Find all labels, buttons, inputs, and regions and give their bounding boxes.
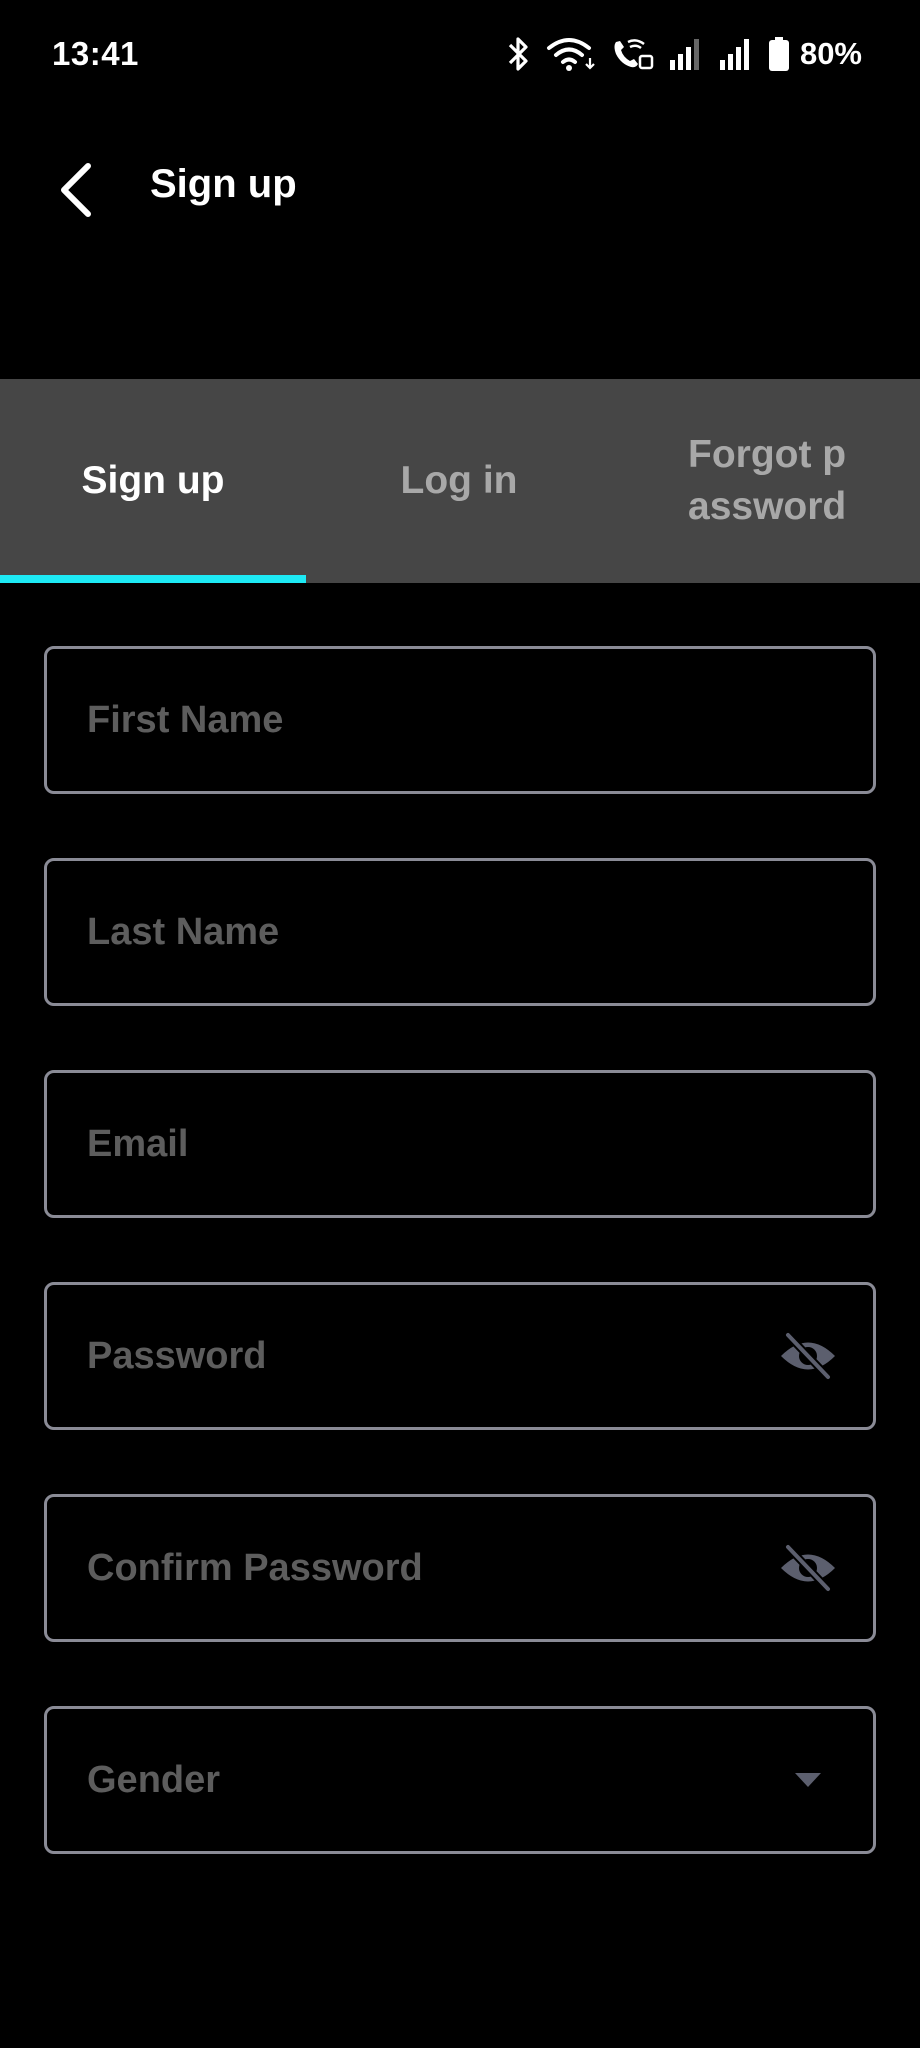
tab-label: Sign up [81, 459, 225, 502]
last-name-input[interactable] [87, 861, 767, 1003]
gender-placeholder: Gender [87, 1758, 221, 1801]
status-icons: 80% [506, 36, 862, 72]
status-time: 13:41 [52, 35, 139, 72]
tab-indicator [0, 575, 306, 583]
bluetooth-icon [508, 37, 528, 71]
caret-down-icon [795, 1773, 821, 1787]
last-name-field[interactable] [44, 858, 876, 1006]
signal-icon [719, 39, 749, 70]
eye-off-icon [781, 1332, 835, 1380]
gender-dropdown-toggle[interactable] [773, 1745, 843, 1815]
first-name-input[interactable] [87, 649, 767, 791]
tab-forgot-password[interactable]: Forgot password [688, 379, 888, 583]
password-field[interactable] [44, 1282, 876, 1430]
sign-up-screen: 13:41 80% Sign up Sign up Log in Forgot … [0, 0, 920, 2048]
tab-sign-up[interactable]: Sign up [0, 379, 306, 583]
wifi-icon [546, 38, 595, 71]
confirm-password-visibility-toggle[interactable] [773, 1533, 843, 1603]
email-input[interactable] [87, 1073, 767, 1215]
first-name-field[interactable] [44, 646, 876, 794]
chevron-left-icon [61, 163, 91, 217]
gender-select[interactable]: Gender [44, 1706, 876, 1854]
app-bar: Sign up [0, 140, 920, 240]
password-input[interactable] [87, 1285, 767, 1427]
wifi-calling-icon [614, 39, 654, 70]
battery-level: 80% [799, 36, 862, 71]
status-bar: 13:41 80% [0, 0, 920, 108]
tab-label: Forgot password [688, 433, 847, 528]
tab-log-in[interactable]: Log in [306, 379, 612, 583]
password-visibility-toggle[interactable] [773, 1321, 843, 1391]
battery-icon [768, 37, 789, 71]
tab-label: Log in [400, 459, 518, 502]
email-field[interactable] [44, 1070, 876, 1218]
confirm-password-field[interactable] [44, 1494, 876, 1642]
eye-off-icon [781, 1544, 835, 1592]
back-button[interactable] [44, 150, 108, 230]
page-title: Sign up [150, 162, 297, 206]
signal-icon [669, 39, 699, 70]
confirm-password-input[interactable] [87, 1497, 767, 1639]
tab-bar: Sign up Log in Forgot password [0, 379, 920, 583]
